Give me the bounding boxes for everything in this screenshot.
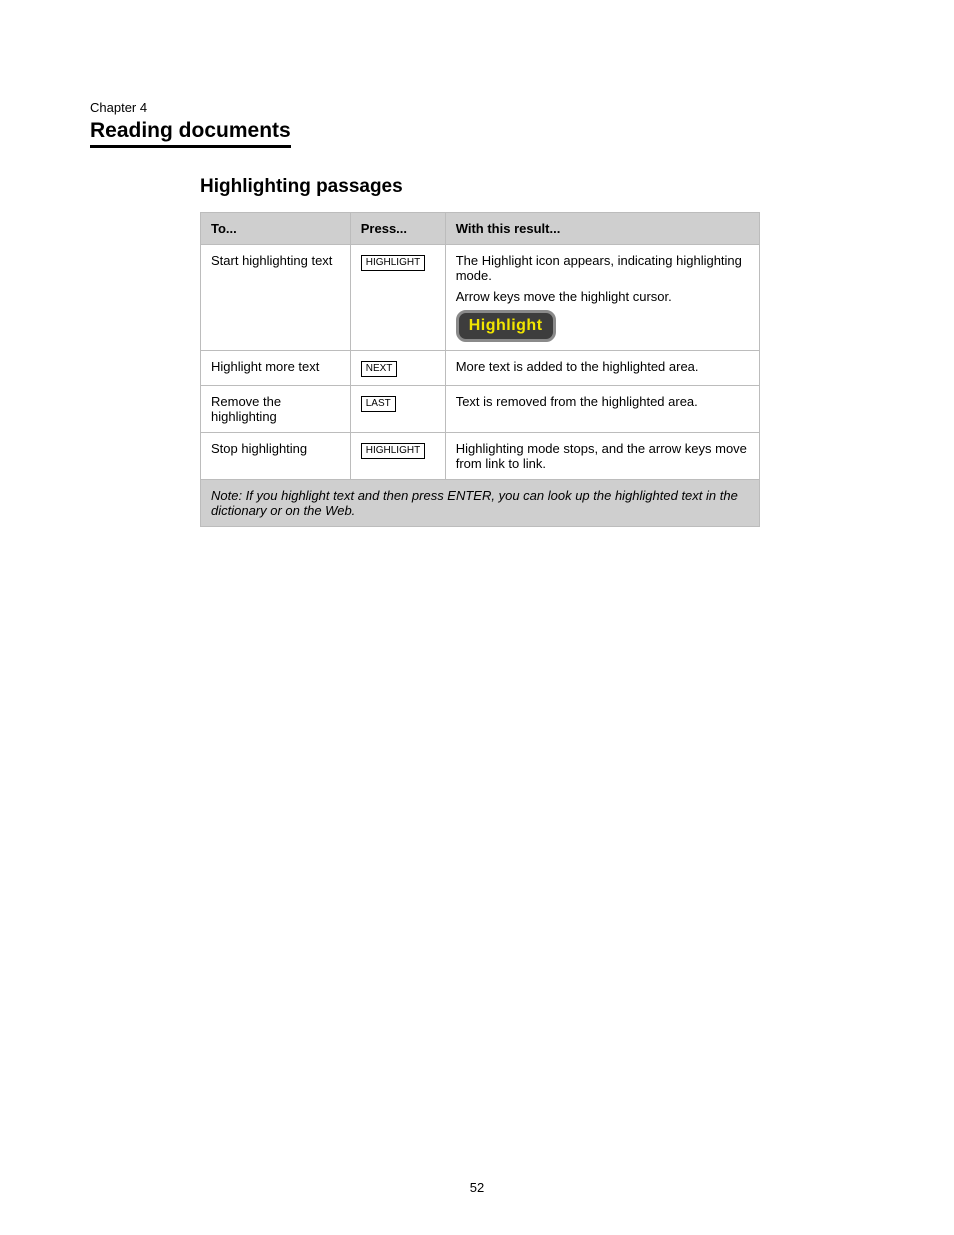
- cell-result: More text is added to the highlighted ar…: [445, 351, 759, 386]
- cell-result: Text is removed from the highlighted are…: [445, 386, 759, 433]
- table-row: Start highlighting text HIGHLIGHT The Hi…: [201, 245, 760, 351]
- header-to: To...: [201, 213, 351, 245]
- header-press: Press...: [350, 213, 445, 245]
- cell-result: Highlighting mode stops, and the arrow k…: [445, 433, 759, 480]
- highlight-indicator-icon: Highlight: [456, 310, 556, 342]
- keycap-highlight: HIGHLIGHT: [361, 255, 425, 271]
- table-row: Highlight more text NEXT More text is ad…: [201, 351, 760, 386]
- result-line: Arrow keys move the highlight cursor.: [456, 289, 749, 304]
- cell-press: LAST: [350, 386, 445, 433]
- keycap-highlight: HIGHLIGHT: [361, 443, 425, 459]
- cell-press: HIGHLIGHT: [350, 433, 445, 480]
- section-title: Reading documents: [90, 119, 291, 148]
- keycap-next: NEXT: [361, 361, 398, 377]
- table-note-row: Note: If you highlight text and then pre…: [201, 480, 760, 527]
- cell-to: Remove the highlighting: [201, 386, 351, 433]
- header-result: With this result...: [445, 213, 759, 245]
- table-row: Remove the highlighting LAST Text is rem…: [201, 386, 760, 433]
- result-line: The Highlight icon appears, indicating h…: [456, 253, 749, 283]
- cell-result: The Highlight icon appears, indicating h…: [445, 245, 759, 351]
- page-number: 52: [0, 1180, 954, 1195]
- cell-to: Highlight more text: [201, 351, 351, 386]
- table-header-row: To... Press... With this result...: [201, 213, 760, 245]
- highlight-indicator-label: Highlight: [469, 317, 543, 334]
- cell-press: HIGHLIGHT: [350, 245, 445, 351]
- keycap-last: LAST: [361, 396, 396, 412]
- cell-to: Stop highlighting: [201, 433, 351, 480]
- keypress-table: To... Press... With this result... Start…: [200, 212, 760, 527]
- cell-to: Start highlighting text: [201, 245, 351, 351]
- table-row: Stop highlighting HIGHLIGHT Highlighting…: [201, 433, 760, 480]
- chapter-line: Chapter 4: [90, 100, 864, 115]
- table-note: Note: If you highlight text and then pre…: [201, 480, 760, 527]
- cell-press: NEXT: [350, 351, 445, 386]
- section-subhead: Highlighting passages: [200, 176, 864, 198]
